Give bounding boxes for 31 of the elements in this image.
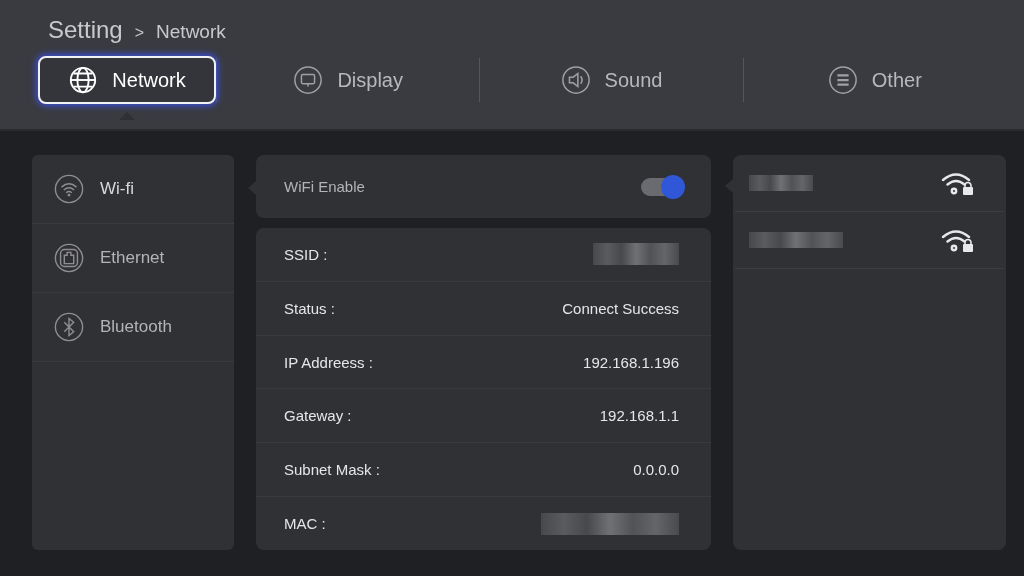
info-value: 192.168.1.1 (599, 407, 679, 425)
info-label: Gateway : (284, 407, 352, 425)
tab[interactable]: Display (267, 56, 429, 104)
info-value: 0.0.0.0 (633, 461, 679, 479)
sidebar-item[interactable]: Wi-fi (32, 155, 234, 224)
tab[interactable]: Sound (534, 56, 689, 104)
menu-icon (827, 65, 858, 95)
wifi-icon (54, 174, 84, 204)
info-value: 192.168.1.196 (583, 353, 679, 371)
blurred-name (749, 175, 813, 191)
ethernet-icon (54, 243, 84, 273)
info-label: SSID : (284, 245, 328, 263)
globe-icon (68, 65, 99, 95)
info-label: MAC : (284, 515, 326, 533)
sidebar-item[interactable]: Ethernet (32, 224, 234, 293)
breadcrumb-root: Setting (48, 16, 123, 44)
speaker-icon (560, 65, 591, 95)
breadcrumb-current: Network (156, 21, 226, 43)
breadcrumb-separator: > (134, 24, 145, 42)
monitor-icon (293, 65, 324, 95)
info-value: Connect Success (562, 299, 679, 317)
info-label: Subnet Mask : (284, 461, 380, 479)
toggle-switch[interactable] (641, 177, 683, 196)
bluetooth-icon (54, 312, 84, 342)
wifi-enable-label: WiFi Enable (284, 178, 365, 195)
info-label: IP Addreess : (284, 353, 373, 371)
sidebar-item[interactable]: Bluetooth (32, 293, 234, 362)
pointer-notch (119, 112, 135, 120)
info-label: Status : (284, 299, 335, 317)
tab[interactable]: Network (38, 56, 216, 104)
tab[interactable]: Other (801, 56, 948, 104)
